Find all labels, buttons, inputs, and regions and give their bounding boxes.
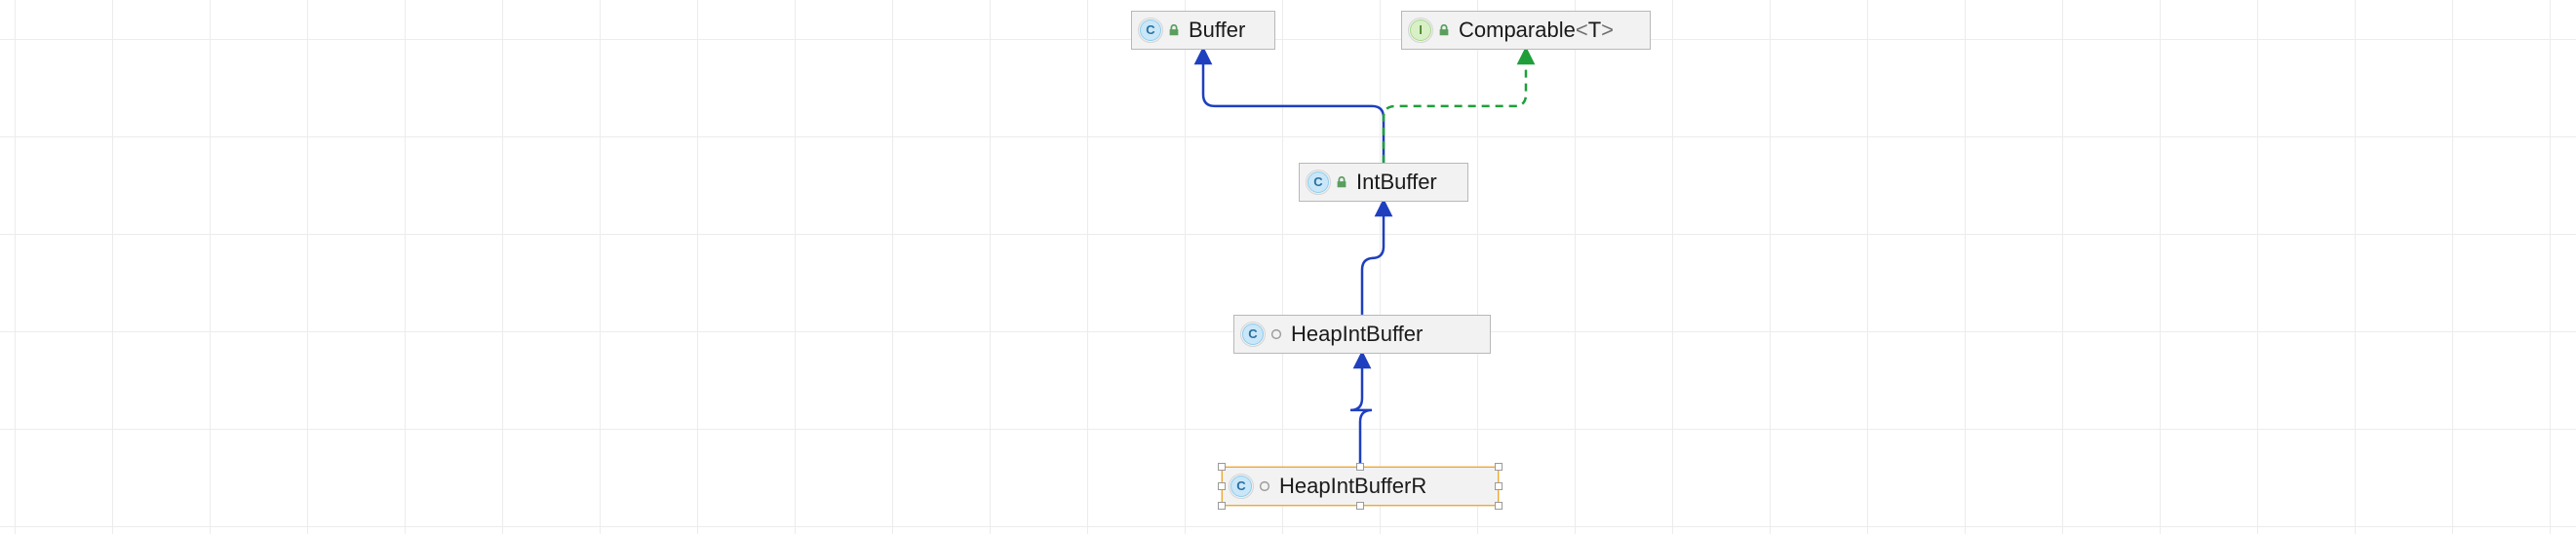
selection-handle[interactable] [1356,463,1364,471]
lock-icon [1335,175,1348,189]
circle-icon [1258,479,1271,493]
selection-handle[interactable] [1356,502,1364,510]
selection-handle[interactable] [1495,463,1503,471]
selection-handle[interactable] [1495,482,1503,490]
class-icon: C [1308,172,1329,193]
selection-handle[interactable] [1218,463,1226,471]
circle-icon [1269,327,1283,341]
node-label: HeapIntBufferR [1279,474,1426,499]
class-icon: C [1242,324,1264,345]
class-icon: C [1140,19,1161,41]
node-heapintbufferr[interactable]: C HeapIntBufferR [1222,467,1499,506]
node-comparable[interactable]: I Comparable<T> [1401,11,1651,50]
selection-handle[interactable] [1218,482,1226,490]
node-label: HeapIntBuffer [1291,322,1423,347]
node-label: Comparable<T> [1459,18,1614,43]
node-heapintbuffer[interactable]: C HeapIntBuffer [1233,315,1491,354]
diagram-canvas[interactable]: C Buffer I Comparable<T> C IntBuffer C HeapIntB… [0,0,2576,534]
node-label: IntBuffer [1356,170,1437,195]
node-buffer[interactable]: C Buffer [1131,11,1275,50]
interface-icon: I [1410,19,1431,41]
lock-icon [1437,23,1451,37]
class-icon: C [1230,476,1252,497]
node-intbuffer[interactable]: C IntBuffer [1299,163,1468,202]
lock-icon [1167,23,1181,37]
selection-handle[interactable] [1218,502,1226,510]
node-label: Buffer [1189,18,1245,43]
selection-handle[interactable] [1495,502,1503,510]
